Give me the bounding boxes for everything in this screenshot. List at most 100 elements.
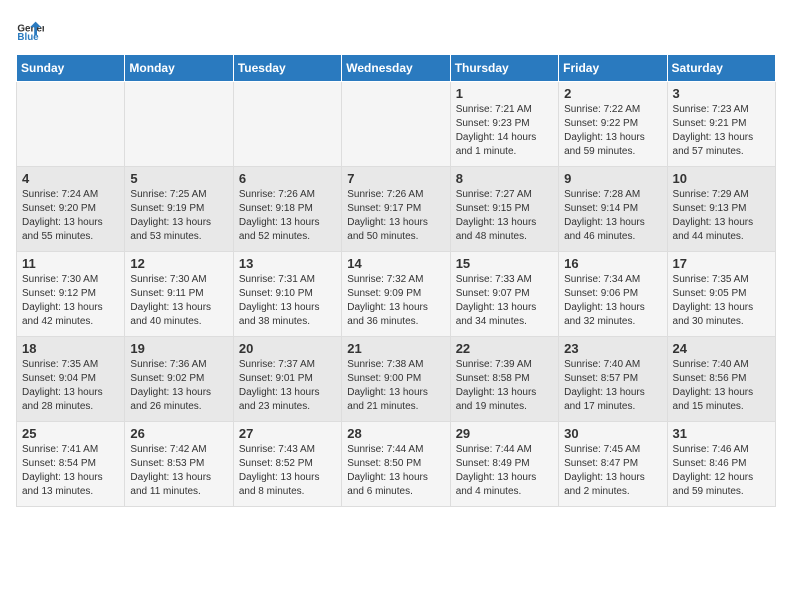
day-info: Sunrise: 7:37 AM Sunset: 9:01 PM Dayligh… — [239, 358, 336, 414]
day-info: Sunrise: 7:35 AM Sunset: 9:04 PM Dayligh… — [22, 358, 119, 414]
weekday-header-wednesday: Wednesday — [342, 55, 450, 82]
calendar-cell: 10 Sunrise: 7:29 AM Sunset: 9:13 PM Dayli… — [667, 167, 775, 252]
day-info: Sunrise: 7:38 AM Sunset: 9:00 PM Dayligh… — [347, 358, 444, 414]
calendar-cell: 2 Sunrise: 7:22 AM Sunset: 9:22 PM Daylig… — [559, 82, 667, 167]
day-number: 29 — [456, 426, 553, 441]
calendar-cell: 15 Sunrise: 7:33 AM Sunset: 9:07 PM Dayli… — [450, 252, 558, 337]
day-number: 16 — [564, 256, 661, 271]
day-number: 19 — [130, 341, 227, 356]
calendar-cell: 17 Sunrise: 7:35 AM Sunset: 9:05 PM Dayli… — [667, 252, 775, 337]
calendar-cell: 31 Sunrise: 7:46 AM Sunset: 8:46 PM Dayli… — [667, 422, 775, 507]
day-number: 5 — [130, 171, 227, 186]
calendar-cell: 16 Sunrise: 7:34 AM Sunset: 9:06 PM Dayli… — [559, 252, 667, 337]
day-info: Sunrise: 7:34 AM Sunset: 9:06 PM Dayligh… — [564, 273, 661, 329]
day-number: 9 — [564, 171, 661, 186]
day-info: Sunrise: 7:44 AM Sunset: 8:50 PM Dayligh… — [347, 443, 444, 499]
day-info: Sunrise: 7:26 AM Sunset: 9:17 PM Dayligh… — [347, 188, 444, 244]
svg-text:Blue: Blue — [17, 32, 39, 43]
weekday-header-monday: Monday — [125, 55, 233, 82]
day-info: Sunrise: 7:32 AM Sunset: 9:09 PM Dayligh… — [347, 273, 444, 329]
weekday-header-thursday: Thursday — [450, 55, 558, 82]
day-number: 25 — [22, 426, 119, 441]
day-info: Sunrise: 7:23 AM Sunset: 9:21 PM Dayligh… — [673, 103, 770, 159]
day-info: Sunrise: 7:25 AM Sunset: 9:19 PM Dayligh… — [130, 188, 227, 244]
calendar-cell: 9Sunrise: 7:28 AM Sunset: 9:14 PM Daylig… — [559, 167, 667, 252]
day-number: 18 — [22, 341, 119, 356]
calendar-cell: 27 Sunrise: 7:43 AM Sunset: 8:52 PM Dayli… — [233, 422, 341, 507]
day-info: Sunrise: 7:21 AM Sunset: 9:23 PM Dayligh… — [456, 103, 553, 159]
day-number: 30 — [564, 426, 661, 441]
day-info: Sunrise: 7:41 AM Sunset: 8:54 PM Dayligh… — [22, 443, 119, 499]
day-info: Sunrise: 7:43 AM Sunset: 8:52 PM Dayligh… — [239, 443, 336, 499]
day-number: 10 — [673, 171, 770, 186]
calendar-cell: 11Sunrise: 7:30 AM Sunset: 9:12 PM Dayli… — [17, 252, 125, 337]
calendar-cell — [233, 82, 341, 167]
calendar-cell: 22 Sunrise: 7:39 AM Sunset: 8:58 PM Dayli… — [450, 337, 558, 422]
day-number: 24 — [673, 341, 770, 356]
calendar-cell: 8 Sunrise: 7:27 AM Sunset: 9:15 PM Daylig… — [450, 167, 558, 252]
day-info: Sunrise: 7:27 AM Sunset: 9:15 PM Dayligh… — [456, 188, 553, 244]
day-info: Sunrise: 7:45 AM Sunset: 8:47 PM Dayligh… — [564, 443, 661, 499]
day-number: 1 — [456, 86, 553, 101]
calendar-cell: 28 Sunrise: 7:44 AM Sunset: 8:50 PM Dayli… — [342, 422, 450, 507]
day-info: Sunrise: 7:33 AM Sunset: 9:07 PM Dayligh… — [456, 273, 553, 329]
day-info: Sunrise: 7:31 AM Sunset: 9:10 PM Dayligh… — [239, 273, 336, 329]
calendar-cell: 25 Sunrise: 7:41 AM Sunset: 8:54 PM Dayli… — [17, 422, 125, 507]
day-number: 31 — [673, 426, 770, 441]
day-info: Sunrise: 7:39 AM Sunset: 8:58 PM Dayligh… — [456, 358, 553, 414]
day-number: 7 — [347, 171, 444, 186]
calendar-cell: 5 Sunrise: 7:25 AM Sunset: 9:19 PM Daylig… — [125, 167, 233, 252]
day-number: 15 — [456, 256, 553, 271]
calendar-cell: 24 Sunrise: 7:40 AM Sunset: 8:56 PM Dayli… — [667, 337, 775, 422]
logo: General Blue — [16, 16, 44, 44]
day-info: Sunrise: 7:36 AM Sunset: 9:02 PM Dayligh… — [130, 358, 227, 414]
day-number: 28 — [347, 426, 444, 441]
day-number: 4 — [22, 171, 119, 186]
weekday-header-sunday: Sunday — [17, 55, 125, 82]
day-info: Sunrise: 7:35 AM Sunset: 9:05 PM Dayligh… — [673, 273, 770, 329]
day-number: 23 — [564, 341, 661, 356]
day-number: 17 — [673, 256, 770, 271]
page-header: General Blue — [16, 16, 776, 44]
calendar-cell: 23Sunrise: 7:40 AM Sunset: 8:57 PM Dayli… — [559, 337, 667, 422]
calendar-cell: 6 Sunrise: 7:26 AM Sunset: 9:18 PM Daylig… — [233, 167, 341, 252]
calendar-cell: 13Sunrise: 7:31 AM Sunset: 9:10 PM Dayli… — [233, 252, 341, 337]
day-number: 11 — [22, 256, 119, 271]
day-info: Sunrise: 7:44 AM Sunset: 8:49 PM Dayligh… — [456, 443, 553, 499]
calendar-cell: 1 Sunrise: 7:21 AM Sunset: 9:23 PM Daylig… — [450, 82, 558, 167]
day-info: Sunrise: 7:26 AM Sunset: 9:18 PM Dayligh… — [239, 188, 336, 244]
day-number: 21 — [347, 341, 444, 356]
logo-icon: General Blue — [16, 16, 44, 44]
day-number: 27 — [239, 426, 336, 441]
day-number: 22 — [456, 341, 553, 356]
day-info: Sunrise: 7:40 AM Sunset: 8:56 PM Dayligh… — [673, 358, 770, 414]
day-info: Sunrise: 7:29 AM Sunset: 9:13 PM Dayligh… — [673, 188, 770, 244]
weekday-header-tuesday: Tuesday — [233, 55, 341, 82]
day-number: 3 — [673, 86, 770, 101]
calendar-cell: 30 Sunrise: 7:45 AM Sunset: 8:47 PM Dayli… — [559, 422, 667, 507]
calendar-cell — [342, 82, 450, 167]
calendar-cell: 26 Sunrise: 7:42 AM Sunset: 8:53 PM Dayli… — [125, 422, 233, 507]
calendar-cell: 20 Sunrise: 7:37 AM Sunset: 9:01 PM Dayli… — [233, 337, 341, 422]
day-info: Sunrise: 7:24 AM Sunset: 9:20 PM Dayligh… — [22, 188, 119, 244]
calendar-cell: 4 Sunrise: 7:24 AM Sunset: 9:20 PM Daylig… — [17, 167, 125, 252]
weekday-header-friday: Friday — [559, 55, 667, 82]
day-info: Sunrise: 7:42 AM Sunset: 8:53 PM Dayligh… — [130, 443, 227, 499]
calendar-cell: 19 Sunrise: 7:36 AM Sunset: 9:02 PM Dayli… — [125, 337, 233, 422]
calendar-cell: 29 Sunrise: 7:44 AM Sunset: 8:49 PM Dayli… — [450, 422, 558, 507]
day-number: 20 — [239, 341, 336, 356]
calendar-cell: 3 Sunrise: 7:23 AM Sunset: 9:21 PM Daylig… — [667, 82, 775, 167]
calendar-cell: 18 Sunrise: 7:35 AM Sunset: 9:04 PM Dayli… — [17, 337, 125, 422]
day-number: 12 — [130, 256, 227, 271]
weekday-header-saturday: Saturday — [667, 55, 775, 82]
day-info: Sunrise: 7:22 AM Sunset: 9:22 PM Dayligh… — [564, 103, 661, 159]
day-number: 6 — [239, 171, 336, 186]
day-number: 8 — [456, 171, 553, 186]
calendar-cell: 14 Sunrise: 7:32 AM Sunset: 9:09 PM Dayli… — [342, 252, 450, 337]
day-number: 14 — [347, 256, 444, 271]
day-number: 26 — [130, 426, 227, 441]
day-number: 2 — [564, 86, 661, 101]
day-info: Sunrise: 7:46 AM Sunset: 8:46 PM Dayligh… — [673, 443, 770, 499]
calendar-cell: 21 Sunrise: 7:38 AM Sunset: 9:00 PM Dayli… — [342, 337, 450, 422]
calendar-cell: 12Sunrise: 7:30 AM Sunset: 9:11 PM Dayli… — [125, 252, 233, 337]
